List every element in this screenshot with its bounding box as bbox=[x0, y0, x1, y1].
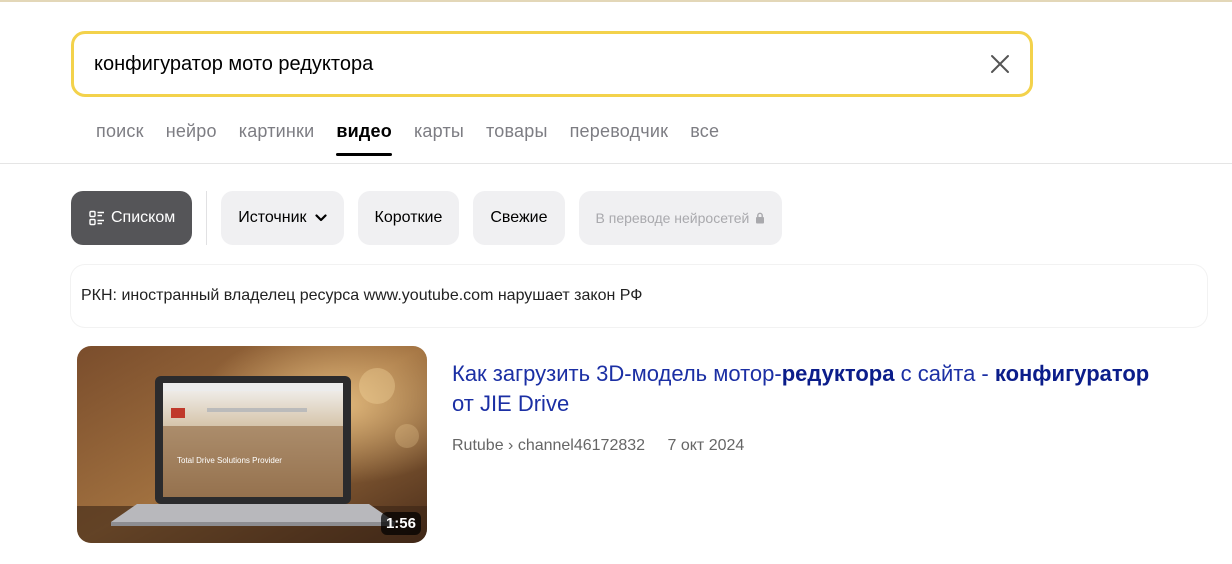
short-filter-label: Короткие bbox=[374, 209, 443, 226]
tab-all[interactable]: все bbox=[690, 118, 719, 158]
top-border bbox=[0, 0, 1232, 2]
tab-video[interactable]: видео bbox=[336, 118, 392, 158]
fresh-filter-label: Свежие bbox=[490, 209, 548, 226]
tab-search[interactable]: поиск bbox=[96, 118, 144, 158]
rkn-notice-text: РКН: иностранный владелец ресурса www.yo… bbox=[81, 287, 643, 304]
video-filters: Списком Источник Короткие Свежие В перев… bbox=[71, 191, 796, 245]
title-part: от JIE Drive bbox=[452, 391, 570, 416]
neural-translation-label: В переводе нейросетей bbox=[595, 210, 750, 226]
title-highlight: конфигуратор bbox=[994, 361, 1150, 386]
video-date: 7 окт 2024 bbox=[667, 437, 745, 454]
tab-products[interactable]: товары bbox=[486, 118, 548, 158]
tab-neuro[interactable]: нейро bbox=[166, 118, 217, 158]
search-box[interactable] bbox=[71, 31, 1033, 97]
list-view-icon bbox=[89, 210, 105, 226]
neural-translation-filter[interactable]: В переводе нейросетей bbox=[578, 191, 783, 245]
tab-images[interactable]: картинки bbox=[239, 118, 315, 158]
filter-separator bbox=[206, 191, 208, 245]
video-duration-badge: 1:56 bbox=[380, 512, 421, 535]
short-filter-button[interactable]: Короткие bbox=[357, 191, 460, 245]
thumbnail-caption: Total Drive Solutions Provider bbox=[177, 456, 282, 465]
tab-maps[interactable]: карты bbox=[414, 118, 464, 158]
close-icon bbox=[991, 55, 1009, 73]
video-source[interactable]: Rutube › channel46172832 bbox=[452, 437, 645, 454]
video-thumbnail[interactable]: Total Drive Solutions Provider 1:56 bbox=[77, 346, 427, 543]
lock-icon bbox=[755, 212, 765, 224]
video-meta: Rutube › channel46172832 7 окт 2024 bbox=[452, 437, 762, 455]
search-input[interactable] bbox=[94, 47, 954, 81]
title-highlight: редуктора bbox=[781, 361, 895, 386]
source-filter-label: Источник bbox=[238, 209, 307, 226]
clear-search-button[interactable] bbox=[984, 48, 1016, 80]
list-view-button[interactable]: Списком bbox=[71, 191, 193, 245]
chevron-down-icon bbox=[314, 214, 327, 222]
title-part: с сайта - bbox=[894, 361, 995, 386]
header-divider bbox=[0, 163, 1232, 164]
title-part: Как загрузить 3D-модель мотор- bbox=[452, 361, 782, 386]
source-filter-dropdown[interactable]: Источник bbox=[221, 191, 344, 245]
video-result-card: Total Drive Solutions Provider 1:56 Как … bbox=[71, 341, 1207, 551]
rkn-notice: РКН: иностранный владелец ресурса www.yo… bbox=[71, 265, 1207, 327]
list-view-label: Списком bbox=[111, 209, 176, 226]
tab-translator[interactable]: переводчик bbox=[570, 118, 669, 158]
fresh-filter-button[interactable]: Свежие bbox=[473, 191, 565, 245]
video-title-link[interactable]: Как загрузить 3D-модель мотор-редуктора … bbox=[452, 359, 1152, 419]
search-tabs: поиск нейро картинки видео карты товары … bbox=[96, 118, 741, 158]
thumbnail-image: Total Drive Solutions Provider bbox=[77, 346, 427, 543]
